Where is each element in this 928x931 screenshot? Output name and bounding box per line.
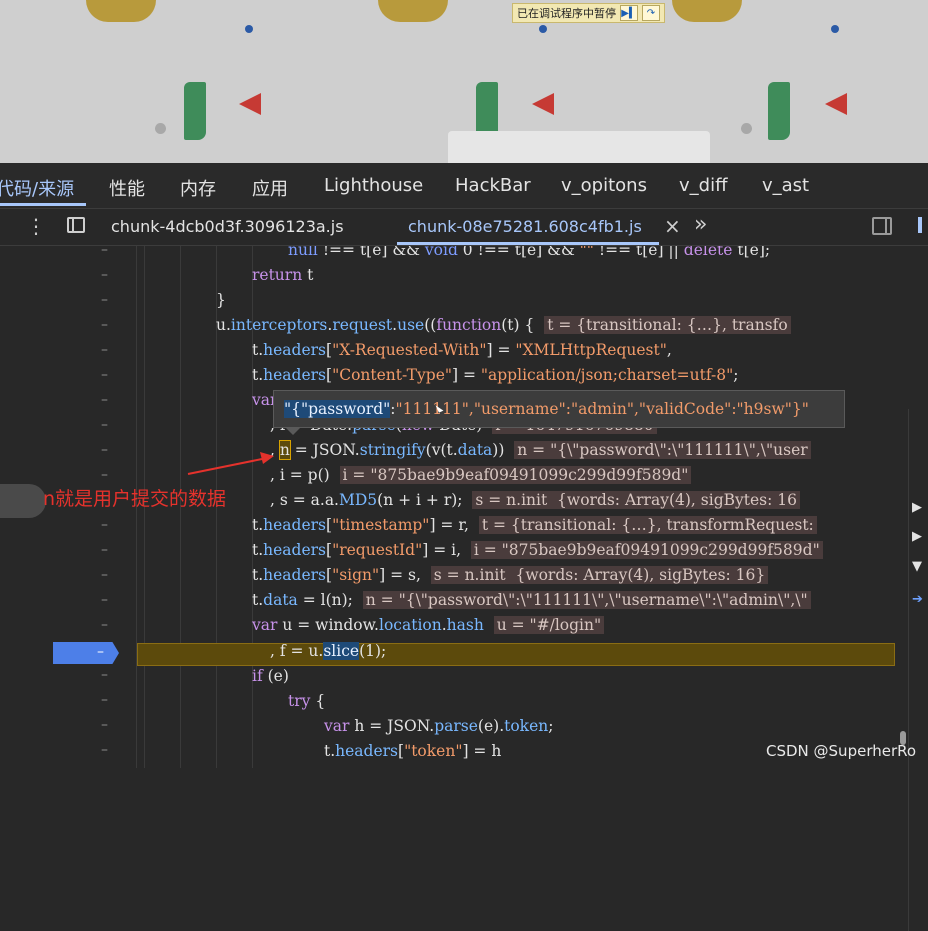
annotation-arrow: [187, 452, 274, 475]
watermark: CSDN @SuperherRo: [766, 742, 917, 760]
